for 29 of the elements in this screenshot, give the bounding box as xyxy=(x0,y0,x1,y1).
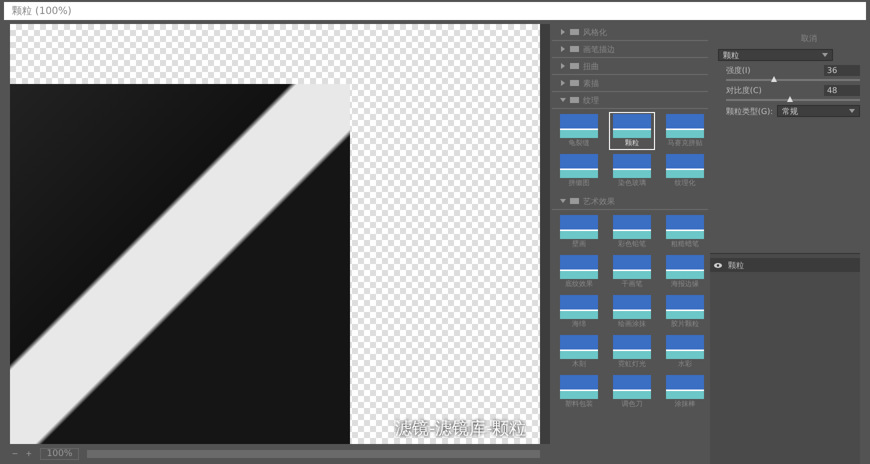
grain-type-dropdown[interactable]: 常规 xyxy=(777,105,860,117)
folder-icon xyxy=(570,29,580,35)
filter-dropdown[interactable]: 颗粒 xyxy=(718,49,833,61)
effect-layer[interactable]: 颗粒 xyxy=(710,258,860,272)
zoom-field[interactable]: 100% xyxy=(40,448,80,460)
zoom-out-button[interactable]: − xyxy=(12,448,18,460)
window-title: 颗粒 (100%) xyxy=(4,2,866,20)
caret-down-icon xyxy=(849,109,855,113)
caret-right-icon xyxy=(560,63,566,69)
caret-right-icon xyxy=(560,46,566,52)
parameter-label: 强度(I) xyxy=(726,65,750,76)
folder-icon xyxy=(570,97,580,103)
folder-icon xyxy=(570,80,580,86)
parameter-label: 对比度(C) xyxy=(726,85,762,96)
folder-icon xyxy=(570,63,580,69)
slider-thumb[interactable] xyxy=(771,76,778,82)
caret-right-icon xyxy=(560,80,566,86)
value-field[interactable]: 36 xyxy=(824,65,860,76)
caret-down-icon xyxy=(560,97,566,103)
folder-icon xyxy=(570,46,580,52)
caret-right-icon xyxy=(560,29,566,35)
subtitle-caption: 滤镜-滤镜库-颗粒 xyxy=(394,418,526,440)
caret-down-icon xyxy=(560,198,566,204)
zoom-in-button[interactable]: + xyxy=(26,448,32,460)
parameter-label: 颗粒类型(G): xyxy=(726,106,773,116)
value-field[interactable]: 48 xyxy=(824,85,860,96)
caret-down-icon xyxy=(822,53,828,57)
folder-icon xyxy=(570,198,580,204)
vertical-scrollbar[interactable] xyxy=(540,24,550,444)
